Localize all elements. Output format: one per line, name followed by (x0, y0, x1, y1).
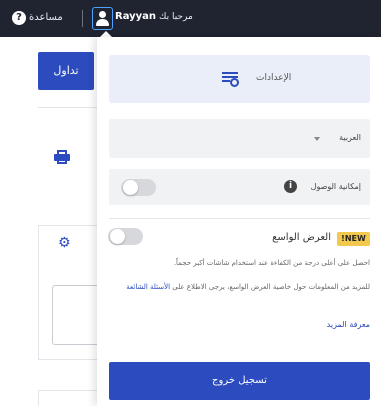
background-input-box (52, 285, 100, 345)
language-select[interactable]: العربية (109, 119, 370, 158)
printer-icon-paper (57, 159, 67, 164)
help-icon[interactable]: ? (12, 11, 26, 25)
settings-icon-gear (230, 78, 239, 87)
toggle-knob (123, 180, 138, 195)
user-icon-body (96, 19, 109, 26)
settings-icon-line (222, 80, 230, 82)
settings-icon (222, 72, 240, 87)
logout-button[interactable]: تسجيل خروج (109, 362, 370, 400)
learn-more-link[interactable]: معرفة المزيد (327, 320, 370, 329)
user-icon[interactable] (92, 7, 113, 30)
username[interactable]: Rayyan (115, 11, 156, 22)
info-icon[interactable]: i (284, 180, 297, 193)
wide-view-description: احصل على أعلى درجة من الكفاءة عند استخدا… (173, 259, 370, 267)
accessibility-toggle[interactable] (121, 179, 156, 196)
background-card (38, 390, 100, 406)
trade-button[interactable]: تداول (38, 52, 94, 90)
wide-view-title: العرض الواسع (272, 232, 331, 243)
toggle-knob (110, 229, 125, 244)
divider (109, 218, 370, 219)
wide-view-toggle[interactable] (108, 228, 143, 245)
accessibility-row: i إمكانية الوصول (109, 169, 370, 205)
faq-link[interactable]: الأسئلة الشائعة (126, 283, 170, 291)
user-icon-head (99, 11, 106, 18)
greeting[interactable]: مرحبا بك (159, 12, 193, 22)
gear-icon[interactable]: ⚙ (58, 236, 71, 250)
divider (82, 10, 83, 27)
wide-view-info-text: للمزيد من المعلومات حول خاصية العرض الوا… (172, 283, 370, 291)
settings-button[interactable]: الإعدادات (109, 55, 370, 103)
accessibility-label: إمكانية الوصول (310, 182, 361, 191)
wide-view-info: للمزيد من المعلومات حول خاصية العرض الوا… (108, 281, 370, 293)
top-bar: ? مساعدة Rayyan مرحبا بك (0, 0, 381, 37)
new-badge: !NEW (337, 232, 370, 246)
language-value: العربية (339, 133, 361, 142)
divider (38, 107, 98, 108)
printer-icon[interactable] (54, 150, 70, 164)
help-link[interactable]: مساعدة (29, 12, 63, 23)
settings-icon-line (222, 72, 238, 74)
settings-label: الإعدادات (256, 73, 292, 83)
chevron-down-icon (314, 137, 320, 141)
